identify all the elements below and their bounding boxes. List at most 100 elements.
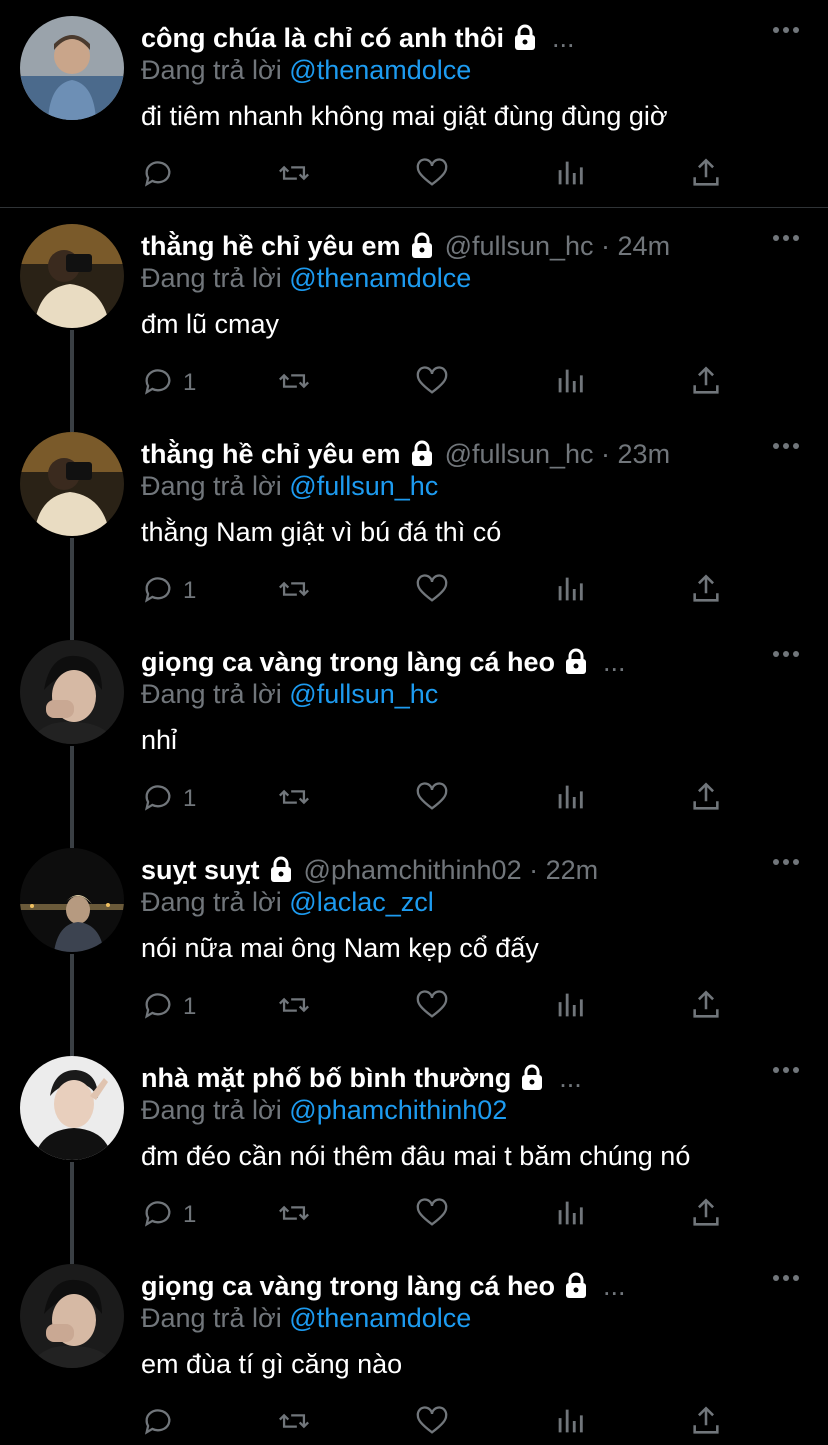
reply-button[interactable]	[141, 157, 183, 193]
share-button[interactable]	[689, 573, 723, 609]
display-name[interactable]: giọng ca vàng trong làng cá heo	[141, 1268, 555, 1304]
tweet-header: thằng hề chỉ yêu em @fullsun_hc · 24m	[141, 228, 764, 264]
reply-prefix: Đang trả lời	[141, 263, 282, 293]
like-button[interactable]	[415, 365, 449, 401]
avatar[interactable]	[20, 432, 124, 536]
more-icon[interactable]	[772, 228, 800, 248]
tweet[interactable]: công chúa là chỉ có anh thôi ... Đang tr…	[0, 0, 828, 207]
tweet-text: đi tiêm nhanh không mai giật đùng đùng g…	[141, 101, 668, 131]
avatar[interactable]	[20, 16, 124, 120]
tweet[interactable]: nhà mặt phố bố bình thường ... Đang trả …	[0, 1040, 828, 1248]
retweet-button[interactable]	[277, 1197, 311, 1233]
mention-link[interactable]: @laclac_zcl	[289, 887, 433, 917]
views-button[interactable]	[553, 781, 587, 817]
tweet-actions: 1	[141, 781, 741, 821]
tweet[interactable]: giọng ca vàng trong làng cá heo ... Đang…	[0, 624, 828, 832]
reply-count: 1	[183, 577, 197, 604]
reply-prefix: Đang trả lời	[141, 887, 282, 917]
retweet-icon	[277, 1404, 311, 1443]
like-button[interactable]	[415, 1197, 449, 1233]
retweet-button[interactable]	[277, 989, 311, 1025]
handle-time[interactable]: @fullsun_hc · 23m	[445, 436, 671, 472]
heart-icon	[415, 1404, 449, 1443]
avatar[interactable]	[20, 848, 124, 952]
analytics-icon	[553, 1196, 587, 1235]
share-button[interactable]	[689, 989, 723, 1025]
reply-icon	[141, 1196, 175, 1235]
tweet[interactable]: thằng hề chỉ yêu em @fullsun_hc · 23m Đa…	[0, 416, 828, 624]
reply-count: 1	[183, 369, 197, 396]
retweet-icon	[277, 364, 311, 403]
more-icon[interactable]	[772, 20, 800, 40]
tweet-actions: 1	[141, 1197, 741, 1237]
mention-link[interactable]: @fullsun_hc	[289, 471, 438, 501]
replying-to: Đang trả lời @thenamdolce	[141, 1301, 471, 1335]
display-name[interactable]: nhà mặt phố bố bình thường	[141, 1060, 511, 1096]
handle-time[interactable]: @fullsun_hc · 24m	[445, 228, 671, 264]
lock-icon	[563, 1272, 589, 1300]
heart-icon	[415, 572, 449, 611]
more-icon[interactable]	[772, 644, 800, 664]
replying-to: Đang trả lời @thenamdolce	[141, 53, 471, 87]
tweet[interactable]: thằng hề chỉ yêu em @fullsun_hc · 24m Đa…	[0, 208, 828, 416]
views-button[interactable]	[553, 1197, 587, 1233]
analytics-icon	[553, 988, 587, 1027]
avatar[interactable]	[20, 640, 124, 744]
share-button[interactable]	[689, 365, 723, 401]
handle-time[interactable]: @phamchithinh02 · 22m	[304, 852, 599, 888]
more-icon[interactable]	[772, 436, 800, 456]
more-icon[interactable]	[772, 1060, 800, 1080]
like-button[interactable]	[415, 573, 449, 609]
mention-link[interactable]: @thenamdolce	[289, 263, 471, 293]
share-icon	[689, 1404, 723, 1443]
mention-link[interactable]: @thenamdolce	[289, 55, 471, 85]
tweet-text: nhỉ	[141, 725, 178, 755]
retweet-icon	[277, 780, 311, 819]
share-button[interactable]	[689, 1197, 723, 1233]
reply-button[interactable]: 1	[141, 1197, 196, 1233]
reply-button[interactable]: 1	[141, 365, 196, 401]
retweet-button[interactable]	[277, 157, 311, 193]
reply-icon	[141, 988, 175, 1027]
like-button[interactable]	[415, 157, 449, 193]
share-button[interactable]	[689, 781, 723, 817]
views-button[interactable]	[553, 365, 587, 401]
display-name[interactable]: thằng hề chỉ yêu em	[141, 228, 401, 264]
reply-icon	[141, 364, 175, 403]
retweet-button[interactable]	[277, 573, 311, 609]
mention-link[interactable]: @phamchithinh02	[289, 1095, 507, 1125]
retweet-button[interactable]	[277, 365, 311, 401]
display-name[interactable]: thằng hề chỉ yêu em	[141, 436, 401, 472]
display-name[interactable]: suỵt suỵt	[141, 852, 260, 888]
reply-button[interactable]: 1	[141, 781, 196, 817]
avatar[interactable]	[20, 1056, 124, 1160]
more-icon[interactable]	[772, 1268, 800, 1288]
more-icon[interactable]	[772, 852, 800, 872]
views-button[interactable]	[553, 573, 587, 609]
tweet-actions	[141, 1405, 741, 1445]
replying-to: Đang trả lời @fullsun_hc	[141, 469, 438, 503]
reply-count: 1	[183, 1201, 197, 1228]
avatar[interactable]	[20, 224, 124, 328]
views-button[interactable]	[553, 989, 587, 1025]
tweet[interactable]: suỵt suỵt @phamchithinh02 · 22m Đang trả…	[0, 832, 828, 1040]
avatar[interactable]	[20, 1264, 124, 1368]
like-button[interactable]	[415, 989, 449, 1025]
display-name[interactable]: giọng ca vàng trong làng cá heo	[141, 644, 555, 680]
lock-icon	[409, 440, 435, 468]
views-button[interactable]	[553, 157, 587, 193]
tweet-header: công chúa là chỉ có anh thôi ...	[141, 20, 764, 56]
share-button[interactable]	[689, 157, 723, 193]
display-name[interactable]: công chúa là chỉ có anh thôi	[141, 20, 504, 56]
reply-button[interactable]: 1	[141, 989, 196, 1025]
tweet[interactable]: giọng ca vàng trong làng cá heo ... Đang…	[0, 1248, 828, 1436]
replying-to: Đang trả lời @phamchithinh02	[141, 1093, 507, 1127]
tweet-header: nhà mặt phố bố bình thường ...	[141, 1060, 764, 1096]
reply-prefix: Đang trả lời	[141, 1303, 282, 1333]
tweet-actions: 1	[141, 365, 741, 405]
like-button[interactable]	[415, 781, 449, 817]
retweet-button[interactable]	[277, 781, 311, 817]
mention-link[interactable]: @fullsun_hc	[289, 679, 438, 709]
reply-button[interactable]: 1	[141, 573, 196, 609]
mention-link[interactable]: @thenamdolce	[289, 1303, 471, 1333]
